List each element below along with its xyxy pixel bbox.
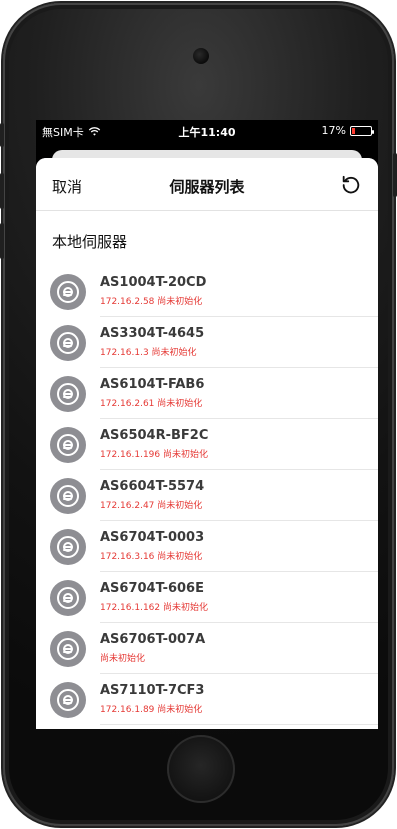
server-row[interactable]: AS6104T-FAB6 172.16.2.61 尚未初始化: [36, 368, 378, 419]
server-status: 172.16.1.196 尚未初始化: [100, 450, 208, 460]
server-name: AS6706T-007A: [100, 632, 206, 647]
mute-switch: [0, 123, 4, 147]
home-button[interactable]: [167, 735, 235, 803]
server-row[interactable]: AS7110T-7CF3 172.16.1.89 尚未初始化: [36, 674, 378, 725]
server-row[interactable]: AS6604T-5574 172.16.2.47 尚未初始化: [36, 470, 378, 521]
server-name: AS6604T-5574: [100, 479, 205, 494]
server-name: AS1004T-20CD: [100, 275, 207, 290]
front-camera: [193, 48, 209, 64]
server-row[interactable]: AS6704T-0003 172.16.3.16 尚未初始化: [36, 521, 378, 572]
refresh-icon[interactable]: [340, 174, 362, 196]
section-header: 本地伺服器: [52, 233, 128, 251]
server-name: AS3304T-4645: [100, 326, 205, 341]
server-name: AS6504R-BF2C: [100, 428, 209, 443]
volume-up-button: [0, 173, 4, 209]
content-area: 本地伺服器 AS1004T-20CD 172.16.2.58 尚未初始化 AS3…: [36, 211, 378, 729]
server-status: 172.16.2.61 尚未初始化: [100, 399, 203, 409]
server-row[interactable]: AS6706T-007A 尚未初始化: [36, 623, 378, 674]
server-avatar-icon: [50, 580, 86, 616]
server-row[interactable]: AS6704T-606E 172.16.1.162 尚未初始化: [36, 572, 378, 623]
server-row[interactable]: AS3304T-4645 172.16.1.3 尚未初始化: [36, 317, 378, 368]
nav-bar: 取消 伺服器列表: [36, 158, 378, 211]
battery-percent: 17%: [321, 124, 346, 137]
server-avatar-icon: [50, 376, 86, 412]
server-name: AS6704T-606E: [100, 581, 204, 596]
server-name: AS6704T-0003: [100, 530, 205, 545]
server-status: 172.16.2.58 尚未初始化: [100, 297, 203, 307]
server-status: 尚未初始化: [100, 654, 146, 664]
server-list: AS1004T-20CD 172.16.2.58 尚未初始化 AS3304T-4…: [36, 266, 378, 725]
battery-icon: [350, 125, 374, 136]
volume-down-button: [0, 223, 4, 259]
screen: 無SIM卡 上午11:40 17% 取消 伺服器列表 本地伺服器 AS1004T…: [36, 120, 378, 729]
server-avatar-icon: [50, 274, 86, 310]
server-status: 172.16.3.16 尚未初始化: [100, 552, 203, 562]
server-list-sheet: 取消 伺服器列表 本地伺服器 AS1004T-20CD 172.16.2.58 …: [36, 158, 378, 729]
server-status: 172.16.1.162 尚未初始化: [100, 603, 208, 613]
server-name: AS6104T-FAB6: [100, 377, 205, 392]
server-avatar-icon: [50, 529, 86, 565]
server-avatar-icon: [50, 682, 86, 718]
status-right: 17%: [321, 124, 374, 137]
server-name: AS7110T-7CF3: [100, 683, 205, 698]
server-status: 172.16.1.3 尚未初始化: [100, 348, 197, 358]
server-avatar-icon: [50, 478, 86, 514]
server-row[interactable]: AS6504R-BF2C 172.16.1.196 尚未初始化: [36, 419, 378, 470]
page-title: 伺服器列表: [169, 178, 245, 196]
server-avatar-icon: [50, 325, 86, 361]
server-avatar-icon: [50, 427, 86, 463]
status-bar: 無SIM卡 上午11:40 17%: [36, 120, 378, 142]
server-avatar-icon: [50, 631, 86, 667]
server-status: 172.16.1.89 尚未初始化: [100, 705, 203, 715]
power-button: [393, 153, 397, 197]
server-status: 172.16.2.47 尚未初始化: [100, 501, 203, 511]
server-row[interactable]: AS1004T-20CD 172.16.2.58 尚未初始化: [36, 266, 378, 317]
